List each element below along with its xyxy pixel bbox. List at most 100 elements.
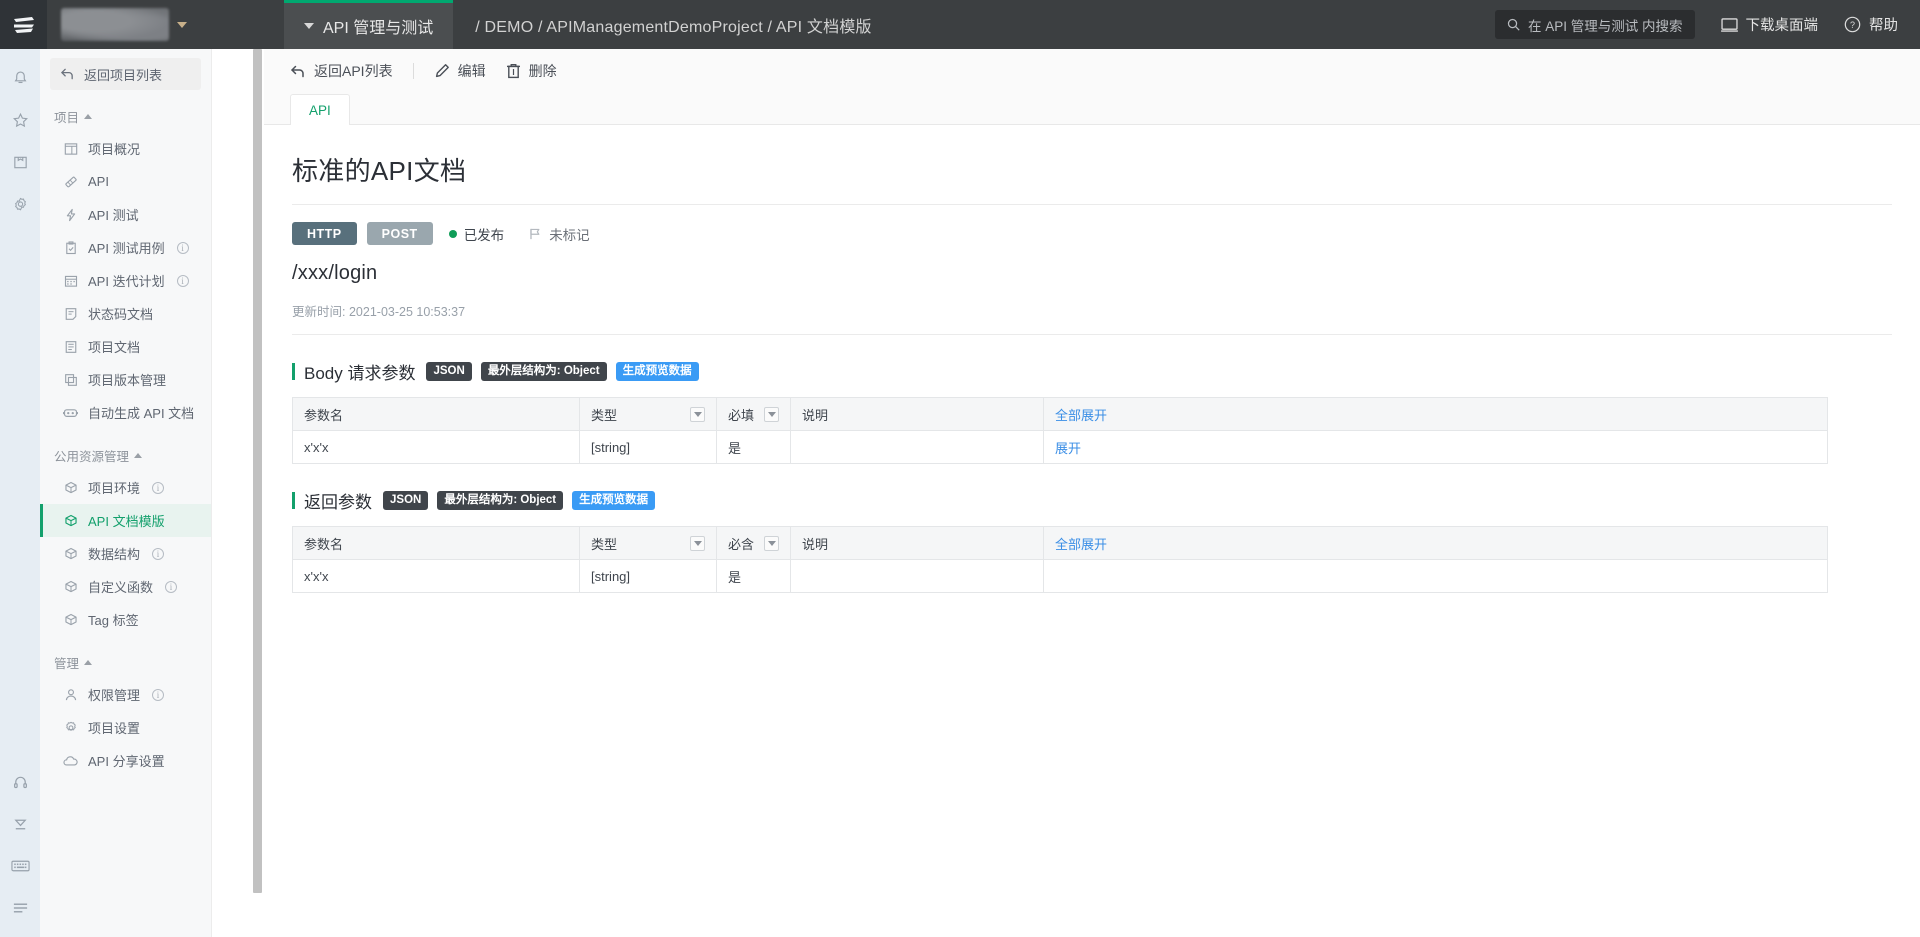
- help-button[interactable]: ? 帮助: [1844, 14, 1898, 35]
- top-bar: API 管理与测试 / DEMO / APIManagementDemoProj…: [0, 0, 1920, 49]
- info-icon[interactable]: i: [165, 580, 178, 593]
- star-icon[interactable]: [0, 99, 40, 141]
- sidebar-scrollbar-thumb[interactable]: [253, 49, 262, 893]
- format-pill: JSON: [426, 362, 472, 381]
- nav-group-title-shared-resources[interactable]: 公用资源管理: [40, 429, 211, 471]
- chevron-up-icon: [84, 114, 93, 119]
- required-filter-button[interactable]: [764, 406, 779, 422]
- cell-type: [string]: [579, 559, 717, 593]
- sidebar-item-api-test-case[interactable]: API 测试用例 i: [40, 231, 211, 264]
- sidebar-item-label: 项目设置: [88, 721, 141, 736]
- sidebar-item-project-version[interactable]: 项目版本管理: [40, 363, 211, 396]
- column-header-param-name: 参数名: [292, 526, 580, 560]
- sidebar-item-status-code-doc[interactable]: 状态码文档: [40, 297, 211, 330]
- column-header-description: 说明: [790, 397, 1044, 431]
- expand-row-link[interactable]: 展开: [1055, 441, 1081, 456]
- info-icon[interactable]: i: [152, 481, 165, 494]
- tab-strip: API: [264, 93, 1920, 125]
- collapse-icon[interactable]: [0, 803, 40, 845]
- cell-description: [790, 430, 1044, 464]
- required-filter-button[interactable]: [764, 535, 779, 551]
- sidebar-item-label: 状态码文档: [88, 307, 154, 322]
- sidebar-item-project-settings[interactable]: 项目设置: [40, 711, 211, 744]
- cell-required: 是: [716, 559, 791, 593]
- status-badge: 已发布: [448, 224, 504, 244]
- menu-icon[interactable]: [0, 887, 40, 929]
- org-switcher[interactable]: [47, 0, 284, 49]
- breadcrumb[interactable]: / DEMO / APIManagementDemoProject / API …: [453, 0, 894, 49]
- expand-all-link[interactable]: 全部展开: [1055, 408, 1107, 423]
- sidebar-item-api-doc-template[interactable]: API 文档模版: [40, 504, 211, 537]
- app-logo[interactable]: [0, 0, 47, 49]
- note-icon: [63, 306, 78, 321]
- column-header-required: 必填: [716, 397, 791, 431]
- page-title: 标准的API文档: [292, 156, 467, 186]
- edit-label: 编辑: [457, 63, 486, 79]
- back-to-project-list-button[interactable]: 返回项目列表: [50, 58, 201, 90]
- cell-type: [string]: [579, 430, 717, 464]
- expand-all-link[interactable]: 全部展开: [1055, 537, 1107, 552]
- type-filter-button[interactable]: [690, 406, 705, 422]
- column-label: 类型: [591, 536, 618, 552]
- delete-button[interactable]: 删除: [506, 61, 577, 81]
- sidebar-item-label: 权限管理: [88, 688, 141, 703]
- app-switcher[interactable]: API 管理与测试: [284, 0, 454, 49]
- back-arrow-icon: [291, 65, 304, 77]
- sidebar-item-api-share-settings[interactable]: API 分享设置: [40, 744, 211, 777]
- sidebar-item-project-overview[interactable]: 项目概况: [40, 132, 211, 165]
- sidebar-item-permission-management[interactable]: 权限管理 i: [40, 678, 211, 711]
- back-to-api-list-button[interactable]: 返回API列表: [290, 61, 413, 81]
- headset-icon[interactable]: [0, 761, 40, 803]
- cell-required: 是: [716, 430, 791, 464]
- sidebar-item-data-structure[interactable]: 数据结构 i: [40, 537, 211, 570]
- sidebar-item-label: 项目版本管理: [88, 373, 167, 388]
- back-to-project-list-label: 返回项目列表: [84, 67, 163, 83]
- api-document: 标准的API文档 HTTP POST 已发布 未标记 /xxx/login 更新…: [264, 125, 1920, 593]
- sidebar-item-api-iteration-plan[interactable]: API 迭代计划 i: [40, 264, 211, 297]
- inbox-icon[interactable]: [0, 141, 40, 183]
- info-icon[interactable]: i: [152, 547, 165, 560]
- info-icon[interactable]: i: [152, 688, 165, 701]
- sidebar-item-auto-generate-api-doc[interactable]: 自动生成 API 文档: [40, 396, 211, 429]
- updated-time-label: 更新时间:: [292, 305, 346, 319]
- type-filter-button[interactable]: [690, 535, 705, 551]
- sidebar-scrollbar[interactable]: [252, 49, 263, 937]
- keyboard-icon[interactable]: [0, 845, 40, 887]
- flag-badge[interactable]: 未标记: [528, 224, 590, 244]
- main-content: 返回API列表 编辑 删除 API 标准的API文档 HTTP POST 已发布…: [264, 49, 1920, 937]
- global-search[interactable]: 在 API 管理与测试 内搜索: [1494, 10, 1695, 39]
- bell-icon[interactable]: [0, 57, 40, 99]
- sidebar-item-custom-function[interactable]: 自定义函数 i: [40, 570, 211, 603]
- sidebar-item-label: 项目概况: [88, 142, 141, 157]
- column-label: 类型: [591, 407, 618, 423]
- table-header-row: 参数名 类型 必含 说明 全部展开: [292, 526, 1828, 560]
- nav-group-title-management[interactable]: 管理: [40, 636, 211, 678]
- svg-text:?: ?: [1850, 20, 1855, 30]
- section-header: 返回参数 JSON 最外层结构为: Object 生成预览数据: [292, 488, 1892, 513]
- updated-time: 更新时间: 2021-03-25 10:53:37: [292, 285, 1892, 320]
- sidebar-item-project-doc[interactable]: 项目文档: [40, 330, 211, 363]
- sidebar-item-project-environment[interactable]: 项目环境 i: [40, 471, 211, 504]
- section-header: Body 请求参数 JSON 最外层结构为: Object 生成预览数据: [292, 359, 1892, 384]
- column-header-type: 类型: [579, 397, 717, 431]
- edit-button[interactable]: 编辑: [434, 61, 506, 81]
- column-header-actions: 全部展开: [1043, 397, 1828, 431]
- chevron-down-icon: [767, 411, 776, 417]
- badge-row: HTTP POST 已发布 未标记: [292, 205, 1892, 245]
- info-icon[interactable]: i: [176, 241, 189, 254]
- sidebar-item-tag[interactable]: Tag 标签: [40, 603, 211, 636]
- download-desktop-button[interactable]: 下载桌面端: [1720, 14, 1818, 35]
- generate-preview-data-button[interactable]: 生成预览数据: [615, 362, 699, 381]
- section-title: 返回参数: [304, 493, 372, 512]
- gear-icon: [63, 720, 78, 735]
- info-icon[interactable]: i: [176, 274, 189, 287]
- gear-icon[interactable]: [0, 183, 40, 225]
- tab-label: API: [309, 102, 331, 118]
- tab-api[interactable]: API: [290, 94, 350, 125]
- generate-preview-data-button[interactable]: 生成预览数据: [572, 491, 656, 510]
- sidebar-item-api[interactable]: API: [40, 165, 211, 198]
- nav-group-label: 公用资源管理: [54, 450, 130, 464]
- nav-group-title-project[interactable]: 项目: [40, 90, 211, 132]
- sidebar-item-api-test[interactable]: API 测试: [40, 198, 211, 231]
- global-search-input[interactable]: 在 API 管理与测试 内搜索: [1528, 15, 1683, 35]
